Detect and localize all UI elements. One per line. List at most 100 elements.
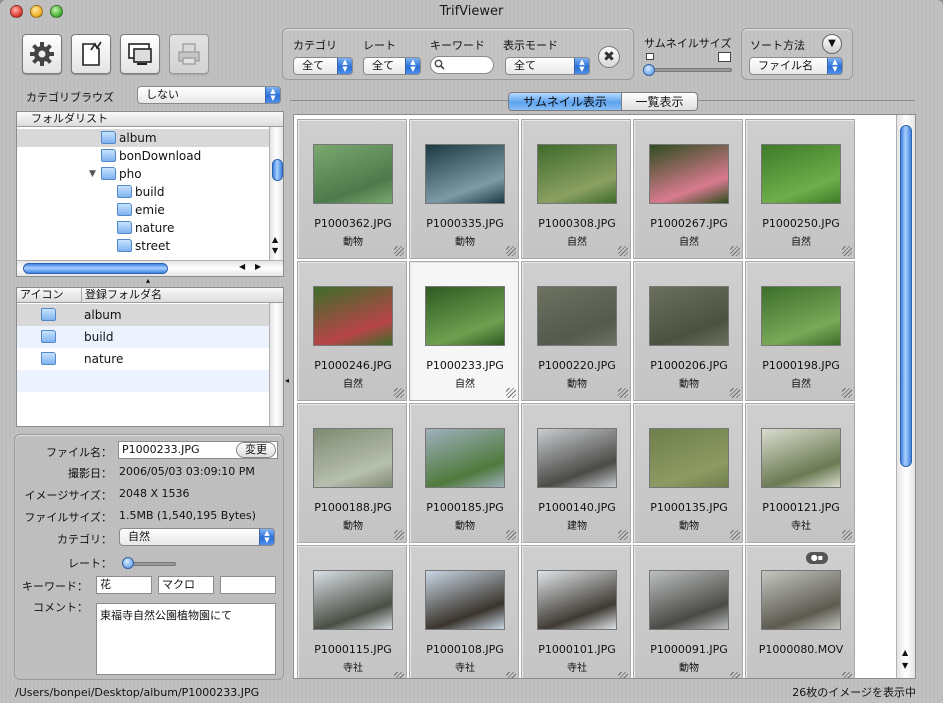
date-value: 2006/05/03 03:09:10 PM [119,465,255,478]
folder-tree-item[interactable]: emie [17,201,269,219]
sort-order-button[interactable]: ▼ [822,34,842,54]
resize-grip-icon [394,388,404,398]
scroll-down-icon[interactable]: ▼ [902,661,908,670]
thumbnail-cell[interactable]: P1000091.JPG 動物 [633,545,743,678]
folder-icon [117,203,132,216]
folder-tree-label: pho [119,167,142,181]
folder-tree-item[interactable]: nature [17,219,269,237]
thumbnail-cell[interactable]: P1000220.JPG 動物 [521,261,631,401]
disclosure-triangle-icon[interactable]: ▼ [89,165,96,183]
thumbnail-cell[interactable]: P1000101.JPG 寺社 [521,545,631,678]
thumbnail-cell[interactable]: P1000185.JPG 動物 [409,403,519,543]
thumbnail-cell[interactable]: P1000115.JPG 寺社 [297,545,407,678]
category-filter-select[interactable]: 全て ▲ ▼ [293,57,353,75]
thumbnail-cell[interactable]: P1000267.JPG 自然 [633,119,743,259]
thumbnail-cell[interactable]: P1000335.JPG 動物 [409,119,519,259]
rate-filter-select[interactable]: 全て ▲ ▼ [363,57,421,75]
thumb-size-track[interactable] [646,68,732,72]
thumbnail-cell[interactable]: P1000188.JPG 動物 [297,403,407,543]
folder-tree-item[interactable]: bonDownload [17,147,269,165]
thumbnail-cell[interactable]: P1000362.JPG 動物 [297,119,407,259]
status-path: /Users/bonpei/Desktop/album/P1000233.JPG [15,686,260,699]
display-mode-label: 表示モード [503,39,558,52]
display-mode-select[interactable]: 全て ▲ ▼ [505,57,590,75]
scroll-right-icon[interactable]: ▶ [255,262,261,271]
minimize-window-button[interactable] [30,5,43,18]
keyword-search-field[interactable] [430,56,494,74]
registered-folder-row[interactable] [17,370,269,392]
thumbnail-filename: P1000140.JPG [538,501,616,514]
scroll-left-icon[interactable]: ◀ [239,262,245,271]
thumbnail-filename: P1000108.JPG [426,643,504,656]
print-button[interactable] [169,34,209,74]
folder-icon [41,308,56,321]
registered-folder-row[interactable]: nature [17,348,269,370]
col-folder-header[interactable]: 登録フォルダ名 [81,288,162,302]
grid-vscroll-thumb[interactable] [900,125,912,467]
thumbnail-cell[interactable]: P1000233.JPG 自然 [409,261,519,401]
grid-vscroll[interactable]: ▲ ▼ [896,115,915,678]
thumbnail-filename: P1000250.JPG [762,217,840,230]
scroll-down-icon[interactable]: ▼ [272,246,278,255]
splitter-handle-icon[interactable]: ▴ [146,276,150,285]
thumbnail-cell[interactable]: P1000206.JPG 動物 [633,261,743,401]
sort-method-select[interactable]: ファイル名 ▲ ▼ [749,57,843,75]
splitter-handle-icon[interactable]: ◂ [285,376,289,385]
clear-filter-button[interactable]: ✖ [598,46,620,68]
registered-folder-row[interactable]: album [17,304,269,326]
folder-list-vscroll-thumb[interactable] [272,159,283,181]
thumb-size-slider[interactable] [643,64,655,76]
thumbnail-cell[interactable]: P1000135.JPG 動物 [633,403,743,543]
thumbnail-cell[interactable]: ●▪ P1000080.MOV [745,545,855,678]
popup-arrows-icon: ▲ ▼ [259,529,274,545]
thumbnail-image [537,570,617,630]
rename-button[interactable]: 変更 [236,442,276,458]
col-icon-header[interactable]: アイコン [20,288,63,302]
rate-slider[interactable] [122,557,134,569]
thumbnail-cell[interactable]: P1000308.JPG 自然 [521,119,631,259]
document-edit-icon [82,41,102,66]
zoom-window-button[interactable] [50,5,63,18]
folder-tree-item[interactable]: build [17,183,269,201]
folder-tree-item[interactable]: street [17,237,269,255]
close-window-button[interactable] [10,5,23,18]
folder-tree: album bonDownload ▼ pho build emie nature stree… [17,129,269,259]
folder-tree-item[interactable]: ▼ pho [17,165,269,183]
thumbnail-cell[interactable]: P1000246.JPG 自然 [297,261,407,401]
folder-list-hscroll[interactable]: ◀ ▶ [17,260,283,276]
thumbnail-category: 寺社 [567,663,587,674]
thumbnail-image [313,428,393,488]
thumbnail-cell[interactable]: P1000121.JPG 寺社 [745,403,855,543]
keyword-field-2[interactable]: マクロ [158,576,214,594]
registered-folder-row[interactable] [17,392,269,414]
keyword-field-1[interactable]: 花 [96,576,152,594]
thumbnail-cell[interactable]: P1000198.JPG 自然 [745,261,855,401]
thumbnail-category: 動物 [343,521,363,532]
info-category-value: 自然 [128,530,150,543]
folder-list-panel: フォルダリスト album bonDownload ▼ pho build emie nat… [16,111,284,277]
thumbnail-cell[interactable]: P1000140.JPG 建物 [521,403,631,543]
resize-grip-icon [506,672,516,678]
thumbnail-category: 自然 [791,237,811,248]
folder-list-vscroll[interactable]: ▲ ▼ [269,127,283,260]
registered-folder-row[interactable]: build [17,326,269,348]
tab-thumbnail-view[interactable]: サムネイル表示 [508,92,622,111]
scroll-up-icon[interactable]: ▲ [902,648,908,657]
scroll-up-icon[interactable]: ▲ [272,235,278,244]
slideshow-button[interactable] [120,34,160,74]
tab-list-view[interactable]: 一覧表示 [622,92,698,111]
comment-textarea[interactable]: 東福寺自然公園植物園にて [96,603,276,675]
info-edit-button[interactable] [71,34,111,74]
registered-vscroll[interactable] [269,303,283,426]
resize-grip-icon [730,246,740,256]
preferences-button[interactable] [22,34,62,74]
folder-list-hscroll-thumb[interactable] [23,263,168,274]
thumbnail-cell[interactable]: P1000250.JPG 自然 [745,119,855,259]
window-title: TrifViewer [439,4,504,19]
keyword-field-3[interactable] [220,576,276,594]
info-category-select[interactable]: 自然 ▲ ▼ [119,528,275,546]
folder-tree-item[interactable]: album [17,129,269,147]
thumbnail-cell[interactable]: P1000108.JPG 寺社 [409,545,519,678]
folder-tree-label: album [119,131,157,145]
category-browse-select[interactable]: しない ▲ ▼ [137,86,281,104]
